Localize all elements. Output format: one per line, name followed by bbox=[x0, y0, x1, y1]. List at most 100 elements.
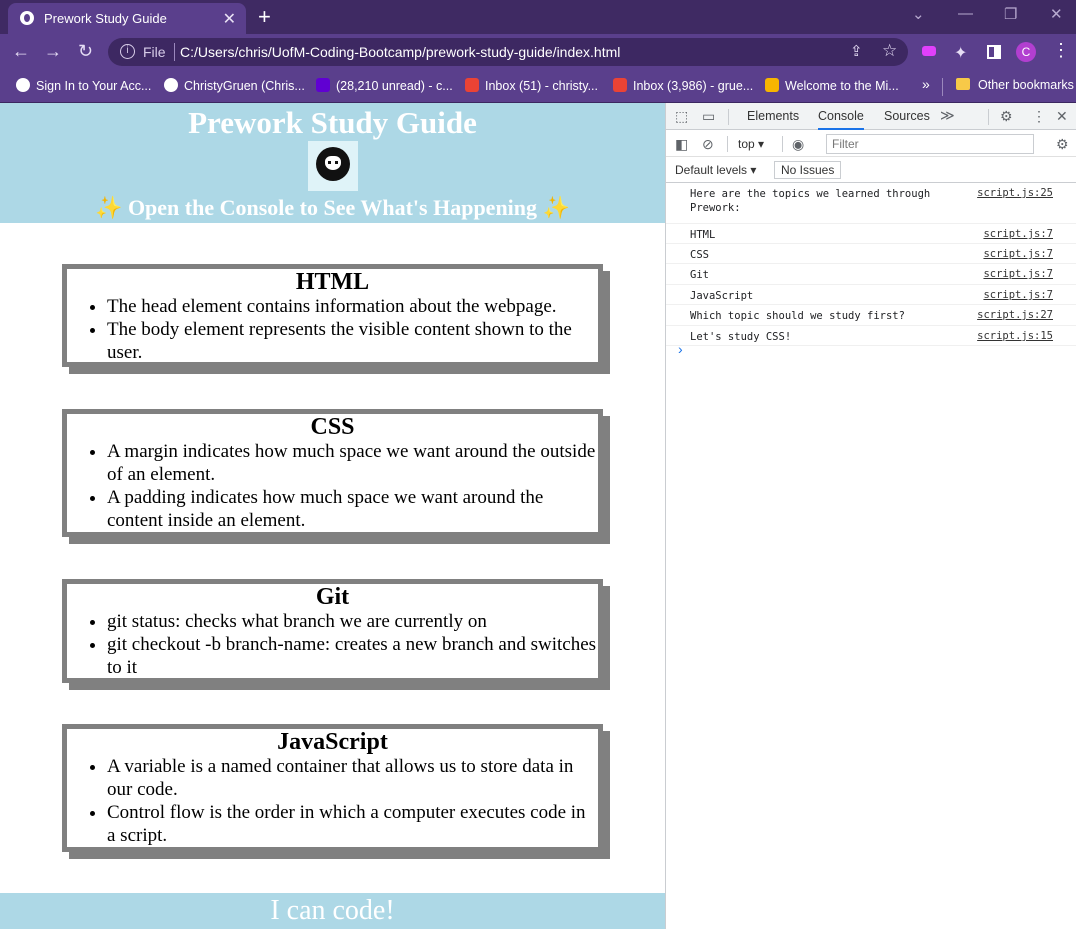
bookmark-item[interactable]: Welcome to the Mi... bbox=[765, 78, 899, 93]
page-title: Prework Study Guide bbox=[188, 105, 477, 140]
cat-logo-icon bbox=[316, 147, 350, 181]
console-filter-input[interactable]: Filter bbox=[826, 134, 1034, 154]
log-levels-dropdown[interactable]: Default levels ▾ bbox=[675, 163, 756, 177]
issues-button[interactable]: No Issues bbox=[774, 161, 842, 179]
section-heading: Git bbox=[315, 584, 350, 610]
devtools-menu-icon[interactable]: ⋮ bbox=[1032, 108, 1046, 125]
console-message: Which topic should we study first? scrip… bbox=[666, 305, 1076, 326]
section-card-git: Git git status: checks what branch we ar… bbox=[62, 579, 603, 683]
sidebar-toggle-icon[interactable]: ◧ bbox=[675, 136, 688, 153]
section-list: The head element contains information ab… bbox=[107, 295, 598, 364]
address-divider bbox=[174, 43, 175, 61]
console-message: Here are the topics we learned through P… bbox=[666, 183, 1076, 224]
yahoo-mail-icon bbox=[316, 78, 330, 92]
context-selector[interactable]: top ▾ bbox=[738, 137, 764, 151]
bookmark-star-icon[interactable]: ☆ bbox=[882, 41, 897, 61]
bookmark-item[interactable]: (28,210 unread) - c... bbox=[316, 78, 453, 93]
console-source-link[interactable]: script.js:7 bbox=[983, 248, 1053, 260]
inspect-element-icon[interactable]: ⬚ bbox=[675, 108, 688, 125]
site-info-icon[interactable]: i bbox=[120, 44, 135, 59]
bookmark-item[interactable]: Inbox (3,986) - grue... bbox=[613, 78, 753, 93]
devtools-divider bbox=[727, 136, 728, 152]
console-source-link[interactable]: script.js:7 bbox=[983, 289, 1053, 301]
list-item: The body element represents the visible … bbox=[107, 318, 598, 364]
bookmark-label: Inbox (3,986) - grue... bbox=[633, 79, 754, 93]
webpage-viewport: Prework Study Guide ✨ Open the Console t… bbox=[0, 103, 665, 929]
browser-tab[interactable]: Prework Study Guide ✕ bbox=[8, 3, 246, 34]
list-item: A padding indicates how much space we wa… bbox=[107, 486, 598, 532]
console-message-text: JavaScript bbox=[690, 290, 754, 302]
puzzle-extensions-icon[interactable]: ✦ bbox=[954, 43, 967, 63]
tab-elements[interactable]: Elements bbox=[747, 109, 799, 123]
other-bookmarks-folder[interactable]: Other bookmarks bbox=[956, 78, 1074, 92]
console-source-link[interactable]: script.js:25 bbox=[977, 187, 1053, 199]
console-source-link[interactable]: script.js:7 bbox=[983, 268, 1053, 280]
section-heading: JavaScript bbox=[277, 729, 388, 755]
more-tabs-icon[interactable]: ≫ bbox=[940, 107, 955, 124]
device-toolbar-icon[interactable]: ▭ bbox=[702, 108, 715, 125]
bookmark-item[interactable]: Inbox (51) - christy... bbox=[465, 78, 598, 93]
url-text[interactable]: C:/Users/chris/UofM-Coding-Bootcamp/prew… bbox=[180, 44, 620, 60]
close-tab-icon[interactable]: ✕ bbox=[223, 9, 236, 29]
console-source-link[interactable]: script.js:27 bbox=[977, 309, 1053, 321]
folder-icon bbox=[956, 78, 970, 90]
console-message: HTML script.js:7 bbox=[666, 224, 1076, 244]
back-button[interactable]: ← bbox=[12, 41, 30, 62]
restore-button[interactable]: ❐ bbox=[1004, 5, 1017, 23]
console-source-link[interactable]: script.js:7 bbox=[983, 228, 1053, 240]
bookmarks-divider bbox=[942, 78, 943, 96]
browser-toolbar: ← → ↻ i File C:/Users/chris/UofM-Coding-… bbox=[0, 34, 1076, 70]
list-item: A variable is a named container that all… bbox=[107, 755, 598, 801]
more-bookmarks-button[interactable]: » bbox=[922, 76, 930, 92]
close-window-button[interactable]: ✕ bbox=[1050, 5, 1063, 23]
list-item: A margin indicates how much space we wan… bbox=[107, 440, 598, 486]
scheme-label: File bbox=[143, 44, 166, 60]
list-item: git checkout -b branch-name: creates a n… bbox=[107, 633, 598, 679]
browser-menu-icon[interactable]: ⋮ bbox=[1052, 40, 1070, 61]
bookmark-item[interactable]: Sign In to Your Acc... bbox=[16, 78, 151, 93]
github-icon bbox=[164, 78, 178, 92]
reload-button[interactable]: ↻ bbox=[78, 41, 93, 62]
section-list: A variable is a named container that all… bbox=[107, 755, 598, 847]
clear-console-icon[interactable]: ⊘ bbox=[702, 136, 714, 153]
bookmark-item[interactable]: ChristyGruen (Chris... bbox=[164, 78, 305, 93]
console-message-text: CSS bbox=[690, 249, 709, 261]
devtools-panel: ⬚ ▭ Elements Console Sources ≫ ⚙ ⋮ ✕ ◧ ⊘… bbox=[665, 103, 1076, 929]
other-bookmarks-label: Other bookmarks bbox=[978, 78, 1074, 92]
settings-gear-icon[interactable]: ⚙ bbox=[1000, 108, 1013, 125]
bookmarks-bar: Sign In to Your Acc... ChristyGruen (Chr… bbox=[0, 70, 1076, 103]
page-header: Prework Study Guide ✨ Open the Console t… bbox=[0, 103, 665, 223]
share-icon[interactable]: ⇪ bbox=[850, 42, 863, 60]
console-settings-gear-icon[interactable]: ⚙ bbox=[1056, 136, 1069, 153]
console-message: JavaScript script.js:7 bbox=[666, 285, 1076, 305]
eye-icon[interactable]: ◉ bbox=[792, 136, 804, 153]
section-card-html: HTML The head element contains informati… bbox=[62, 264, 603, 367]
devtools-divider bbox=[728, 109, 729, 125]
address-bar[interactable]: i File C:/Users/chris/UofM-Coding-Bootca… bbox=[108, 38, 908, 66]
console-message: Git script.js:7 bbox=[666, 264, 1076, 285]
section-heading: CSS bbox=[310, 414, 355, 440]
tab-sources[interactable]: Sources bbox=[884, 109, 930, 123]
tab-title: Prework Study Guide bbox=[44, 11, 167, 26]
bookmark-label: Sign In to Your Acc... bbox=[36, 79, 152, 93]
console-source-link[interactable]: script.js:15 bbox=[977, 330, 1053, 342]
list-item: Control flow is the order in which a com… bbox=[107, 801, 598, 847]
section-list: git status: checks what branch we are cu… bbox=[107, 610, 598, 679]
devtools-tab-bar: ⬚ ▭ Elements Console Sources ≫ ⚙ ⋮ ✕ bbox=[666, 103, 1076, 130]
page-favicon-icon bbox=[20, 11, 34, 25]
side-panel-icon[interactable] bbox=[987, 45, 1001, 59]
tab-search-icon[interactable]: ⌄ bbox=[912, 5, 925, 23]
console-message-text: Git bbox=[690, 269, 709, 281]
forward-button[interactable]: → bbox=[44, 41, 62, 62]
tab-console[interactable]: Console bbox=[818, 109, 864, 130]
console-toolbar: ◧ ⊘ top ▾ ◉ Filter ⚙ bbox=[666, 131, 1076, 157]
extension-icon[interactable] bbox=[922, 46, 936, 56]
globe-icon bbox=[16, 78, 30, 92]
new-tab-button[interactable]: + bbox=[258, 4, 271, 30]
profile-avatar[interactable]: C bbox=[1016, 42, 1036, 62]
console-message-text: Which topic should we study first? bbox=[690, 310, 905, 322]
minimize-button[interactable]: — bbox=[958, 5, 973, 22]
console-prompt-icon[interactable]: › bbox=[678, 341, 683, 357]
close-devtools-icon[interactable]: ✕ bbox=[1056, 108, 1068, 125]
console-message-text: HTML bbox=[690, 229, 716, 241]
